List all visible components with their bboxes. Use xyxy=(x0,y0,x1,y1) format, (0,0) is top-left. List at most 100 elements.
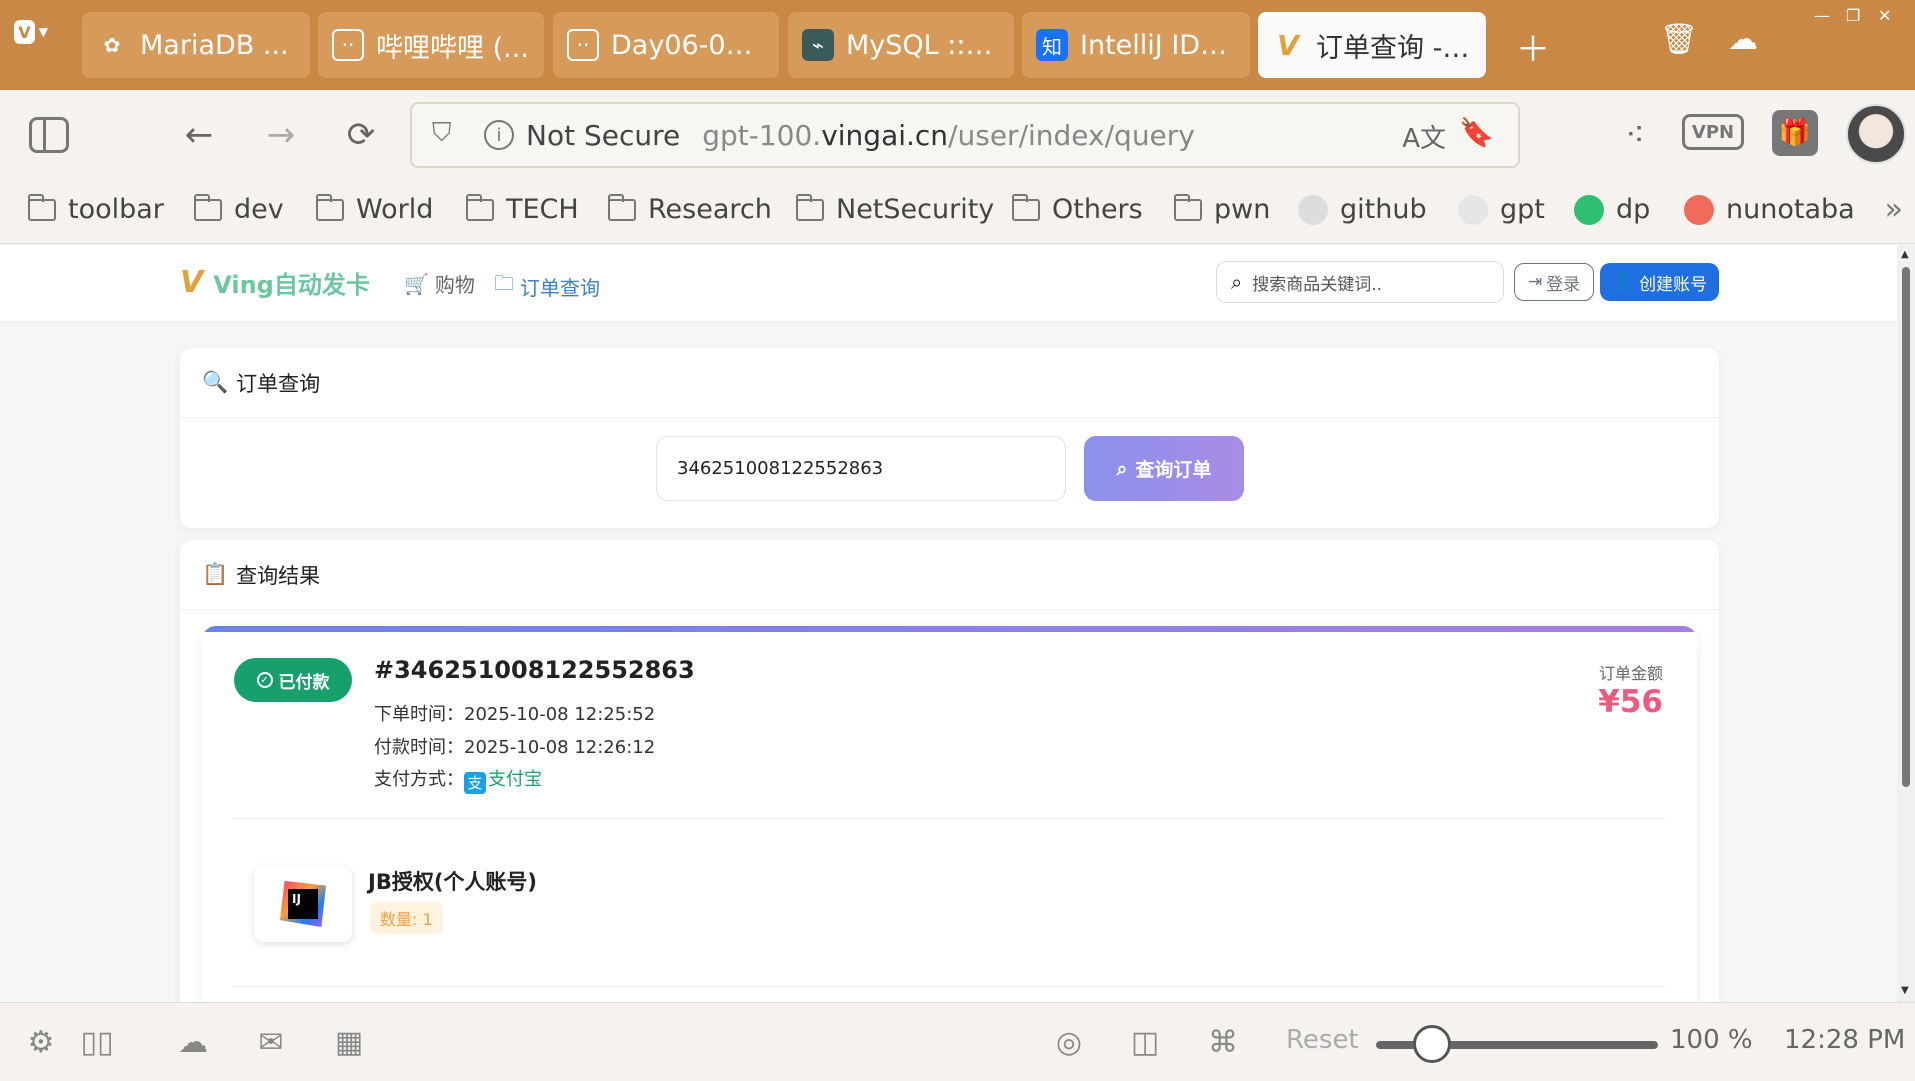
trash-icon[interactable]: 🗑 xyxy=(1660,22,1698,57)
info-icon[interactable]: i xyxy=(484,120,514,150)
login-icon: ⇥ xyxy=(1527,272,1543,292)
bookmark-folder-dev[interactable]: dev xyxy=(194,193,284,225)
settings-icon[interactable]: ⚙ xyxy=(22,1023,60,1061)
page-scrollbar[interactable]: ▲ ▼ xyxy=(1897,245,1915,1002)
new-tab-button[interactable]: ＋ xyxy=(1516,22,1550,71)
capture-icon[interactable]: ◎ xyxy=(1050,1023,1088,1061)
page-tiling-icon[interactable]: ◫ xyxy=(1126,1023,1164,1061)
nunotaba-icon xyxy=(1684,194,1714,225)
bookmark-folder-tech[interactable]: TECH xyxy=(466,193,579,225)
login-button[interactable]: ⇥ 登录 xyxy=(1514,263,1594,301)
bookmark-label: NetSecurity xyxy=(836,194,995,225)
cart-icon: 🛒 xyxy=(404,271,429,296)
ving-icon: V xyxy=(1277,28,1299,62)
tab-title: Day06-05. ... xyxy=(611,29,765,61)
reload-button[interactable]: ⟳ xyxy=(338,112,384,158)
tile-panels-icon[interactable]: ▯▯ xyxy=(78,1023,116,1061)
tab-mariadb[interactable]: ✿ MariaDB ... xyxy=(82,12,310,78)
tab-bilibili[interactable]: ·· 哔哩哔哩 (... xyxy=(318,12,544,78)
pay-method-value: 支付宝 xyxy=(488,769,542,790)
bookmark-label: toolbar xyxy=(68,194,164,225)
query-order-button[interactable]: ⌕ 查询订单 xyxy=(1084,436,1244,501)
page-actions-icon[interactable]: ⌘ xyxy=(1204,1023,1242,1061)
bookmark-gpt[interactable]: gpt xyxy=(1458,194,1545,225)
bookmark-folder-research[interactable]: Research xyxy=(608,193,772,225)
bookmark-folder-pwn[interactable]: pwn xyxy=(1174,193,1270,225)
openai-icon: ✿ xyxy=(103,33,121,57)
search-icon: ⌕ xyxy=(1231,270,1243,294)
status-bar: ⚙ ▯▯ ☁ ✉ ▦ ◎ ◫ ⌘ Reset 100 % 12:28 PM xyxy=(0,1002,1915,1081)
tab-title: 订单查询 - Vir xyxy=(1316,32,1472,64)
tab-intellij[interactable]: 知 IntelliJ IDE... xyxy=(1022,12,1250,78)
vivaldi-logo-icon: V xyxy=(14,20,35,44)
folder-icon xyxy=(28,193,56,221)
tab-order-query[interactable]: V 订单查询 - Vir xyxy=(1258,12,1486,78)
profile-avatar[interactable] xyxy=(1846,104,1906,164)
quantity-badge: 数量: 1 xyxy=(370,902,443,934)
gift-icon[interactable]: 🎁 xyxy=(1772,110,1818,156)
mysql-icon: ⌁ xyxy=(802,29,834,61)
vpn-button[interactable]: VPN xyxy=(1682,114,1744,150)
close-window-button[interactable]: ✕ xyxy=(1878,6,1891,25)
bookmark-folder-toolbar[interactable]: toolbar xyxy=(28,193,164,225)
check-circle-icon: ✓ xyxy=(256,672,273,688)
mail-icon[interactable]: ✉ xyxy=(252,1023,290,1061)
bookmark-folder-others[interactable]: Others xyxy=(1012,193,1143,225)
forward-button[interactable]: → xyxy=(258,112,304,158)
cloud-icon[interactable]: ☁ xyxy=(174,1023,212,1061)
folder-open-icon: 🗀 xyxy=(494,271,514,295)
zoom-reset-button[interactable]: Reset xyxy=(1286,1025,1359,1055)
more-bookmarks-icon[interactable]: » xyxy=(1885,192,1903,227)
folder-icon xyxy=(316,193,344,221)
search-icon: ⌕ xyxy=(1116,457,1128,480)
vivaldi-menu-button[interactable]: V ▼ xyxy=(14,18,48,46)
cloud-sync-icon[interactable]: ☁ xyxy=(1728,22,1758,57)
security-label: Not Secure xyxy=(526,118,681,152)
bookmark-github[interactable]: github xyxy=(1298,194,1427,225)
signup-label: 创建账号 xyxy=(1639,274,1708,295)
tab-day06[interactable]: ·· Day06-05. ... xyxy=(553,12,779,78)
scroll-thumb[interactable] xyxy=(1902,267,1910,787)
scroll-up-arrow[interactable]: ▲ xyxy=(1901,249,1909,260)
panel-toggle-icon[interactable] xyxy=(26,112,72,158)
nav-order-query[interactable]: 🗀 订单查询 xyxy=(494,269,600,303)
dp-icon xyxy=(1574,194,1604,225)
url-text[interactable]: gpt-100.vingai.cn/user/index/query xyxy=(702,119,1195,152)
nav-shop[interactable]: 🛒 购物 xyxy=(404,269,475,298)
share-icon[interactable]: ⁖ xyxy=(1612,112,1658,158)
query-card-title: 订单查询 xyxy=(236,371,321,396)
folder-icon xyxy=(466,193,494,221)
result-card-title: 查询结果 xyxy=(236,563,321,588)
tab-title: MySQL :: M... xyxy=(846,29,1000,61)
order-number-input[interactable]: 346251008122552863 xyxy=(656,436,1066,501)
zoom-level: 100 % xyxy=(1670,1025,1753,1055)
bookmark-nunotaba[interactable]: nunotaba xyxy=(1684,194,1855,225)
shield-icon[interactable]: ⛉ xyxy=(432,118,462,152)
site-brand[interactable]: V Ving自动发卡 xyxy=(180,265,370,300)
zoom-slider-thumb[interactable] xyxy=(1413,1025,1452,1063)
restore-button[interactable]: ❐ xyxy=(1846,6,1860,25)
bookmark-icon[interactable]: 🔖 xyxy=(1459,116,1494,149)
status-label: 已付款 xyxy=(278,672,330,693)
back-button[interactable]: ← xyxy=(176,112,222,158)
translate-icon[interactable]: A文 xyxy=(1402,118,1446,155)
bookmarks-bar: toolbar dev World TECH Research NetSecur… xyxy=(0,178,1915,244)
bookmark-folder-netsecurity[interactable]: NetSecurity xyxy=(796,193,995,225)
order-number: #346251008122552863 xyxy=(374,656,695,684)
create-account-button[interactable]: 👤 创建账号 xyxy=(1600,263,1719,301)
tab-title: MariaDB ... xyxy=(140,29,289,61)
add-user-icon: 👤 xyxy=(1611,272,1634,292)
minimize-button[interactable]: — xyxy=(1814,6,1830,25)
scroll-down-arrow[interactable]: ▼ xyxy=(1901,985,1909,996)
bookmark-dp[interactable]: dp xyxy=(1574,194,1650,225)
url-field[interactable]: ⛉ i Not Secure gpt-100.vingai.cn/user/in… xyxy=(410,102,1520,168)
calendar-icon[interactable]: ▦ xyxy=(330,1023,368,1061)
divider xyxy=(234,986,1665,987)
brand-name: Ving自动发卡 xyxy=(213,271,370,299)
chevron-down-icon: ▼ xyxy=(38,25,48,39)
tab-mysql[interactable]: ⌁ MySQL :: M... xyxy=(788,12,1014,78)
site-search-input[interactable]: ⌕ 搜索商品关键词.. xyxy=(1216,261,1504,303)
divider xyxy=(234,818,1665,819)
bookmark-folder-world[interactable]: World xyxy=(316,193,433,225)
tab-title: IntelliJ IDE... xyxy=(1080,29,1236,61)
